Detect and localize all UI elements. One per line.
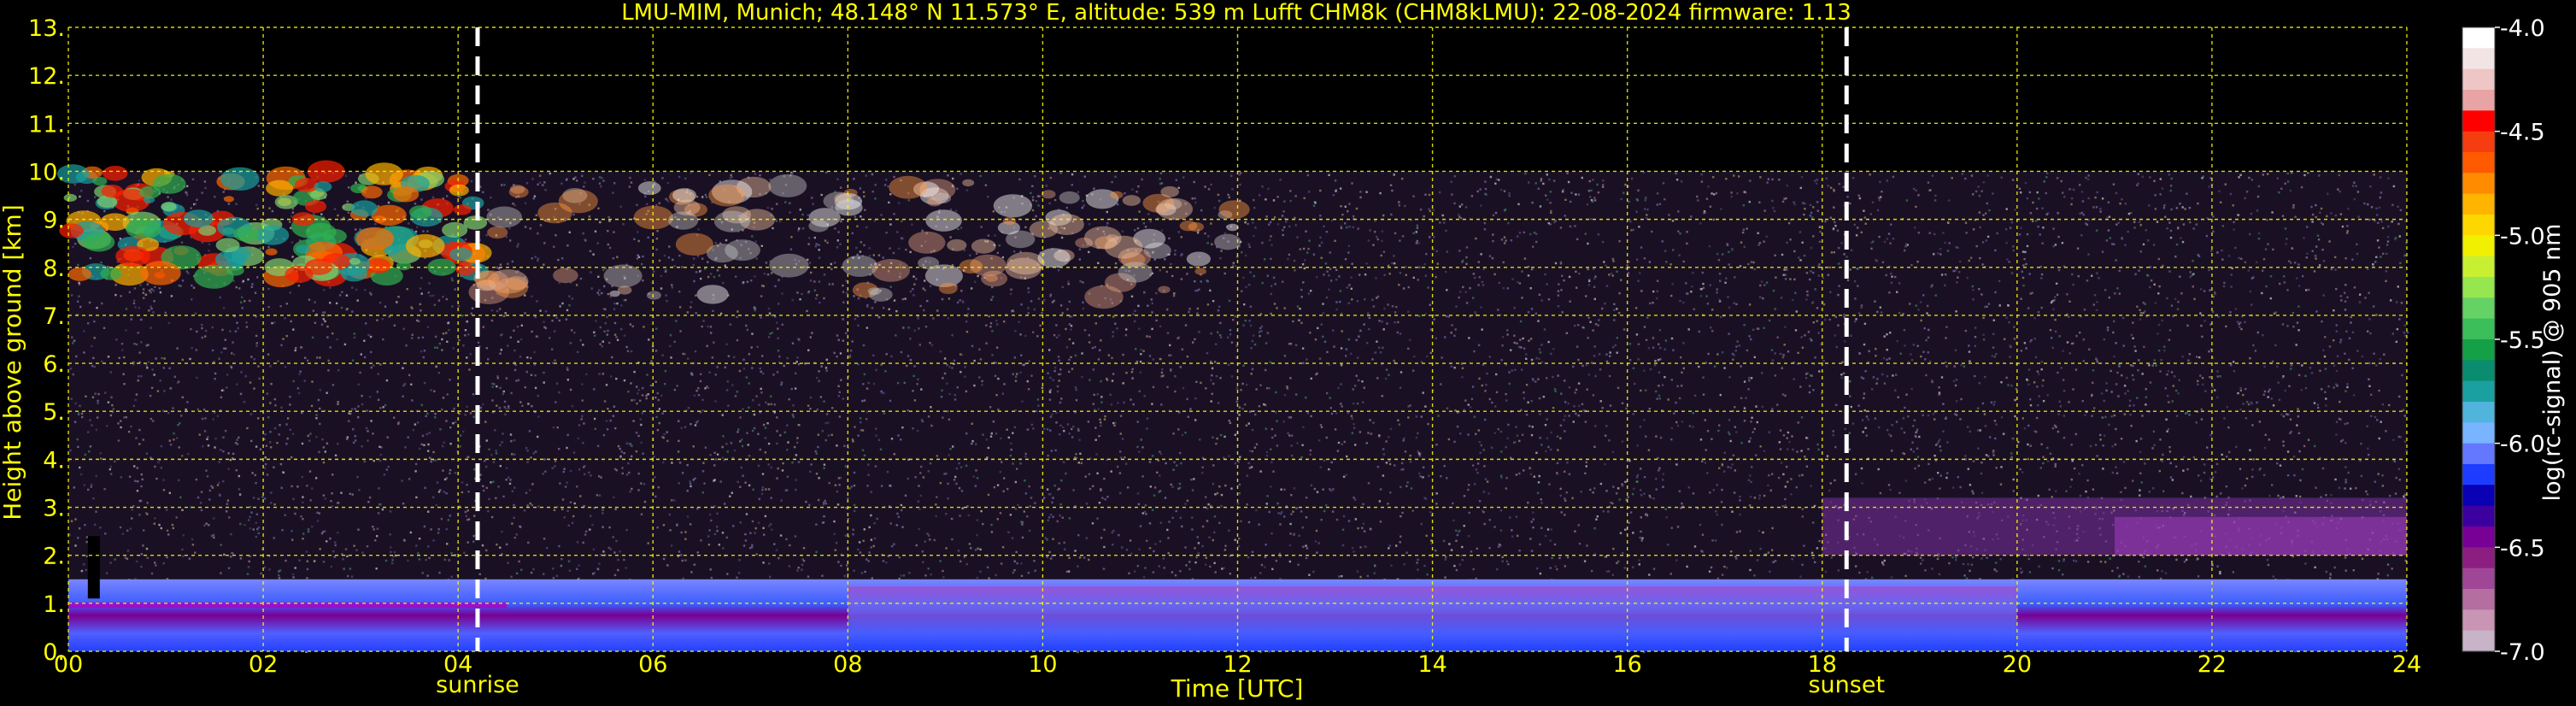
- x-tick-label: 20: [2003, 651, 2032, 678]
- colorbar-swatch: [2462, 48, 2495, 70]
- colorbar-tick-label: -7.0: [2500, 639, 2545, 666]
- colorbar-label: log(rc-signal) @ 905 nm: [2539, 224, 2566, 502]
- colorbar-swatch: [2462, 297, 2495, 320]
- chart-title: LMU-MIM, Munich; 48.148° N 11.573° E, al…: [621, 0, 1851, 26]
- x-axis-label: Time [UTC]: [1171, 674, 1304, 703]
- colorbar-tick-label: -5.5: [2500, 327, 2545, 354]
- colorbar-tick-label: -5.0: [2500, 223, 2545, 250]
- colorbar-ticks: -4.0 -4.5 -5.0 -5.5 -6.0 -6.5 -7.0: [2495, 15, 2545, 666]
- colorbar-swatch: [2462, 547, 2495, 569]
- x-tick-label: 08: [833, 651, 862, 678]
- colorbar-swatch: [2462, 485, 2495, 507]
- y-tick-label: 10.: [28, 159, 65, 185]
- y-tick-label: 6.: [43, 351, 65, 378]
- colorbar-swatch: [2462, 131, 2495, 153]
- colorbar-tick-label: -6.0: [2500, 432, 2545, 458]
- y-tick-label: 11.: [28, 111, 65, 138]
- colorbar: [2462, 26, 2496, 652]
- colorbar-swatch: [2462, 339, 2495, 361]
- y-tick-label: 1.: [43, 591, 65, 618]
- y-tick-label: 13.: [28, 15, 65, 42]
- colorbar-swatch: [2462, 422, 2495, 444]
- colorbar-swatch: [2462, 173, 2495, 195]
- colorbar-swatch: [2462, 27, 2495, 49]
- x-tick-label: 10: [1028, 651, 1057, 678]
- x-tick-label: 04: [443, 651, 472, 678]
- x-tick-label: 18: [1808, 651, 1837, 678]
- ceilometer-figure: LMU-MIM, Munich; 48.148° N 11.573° E, al…: [0, 0, 2566, 703]
- colorbar-swatch: [2462, 609, 2495, 632]
- colorbar-swatch: [2462, 630, 2495, 652]
- y-axis-ticks: 0. 1. 2. 3. 4. 5. 6. 7. 8. 9. 10. 11. 12. 13.: [28, 15, 65, 666]
- colorbar-swatch: [2462, 380, 2495, 403]
- colorbar-swatch: [2462, 527, 2495, 548]
- y-tick-label: 12.: [28, 63, 65, 90]
- colorbar-swatch: [2462, 215, 2495, 236]
- colorbar-tick-label: -4.5: [2500, 120, 2545, 146]
- colorbar-tick-label: -4.0: [2500, 15, 2545, 42]
- colorbar-swatch: [2462, 589, 2495, 610]
- colorbar-swatch: [2462, 110, 2495, 132]
- y-tick-label: 5.: [43, 399, 65, 426]
- plot-area: [56, 26, 2409, 654]
- colorbar-swatch: [2462, 402, 2495, 423]
- colorbar-swatch: [2462, 505, 2495, 527]
- x-tick-label: 22: [2198, 651, 2227, 678]
- colorbar-swatch: [2462, 256, 2495, 278]
- y-tick-label: 3.: [43, 496, 65, 522]
- colorbar-swatch: [2462, 193, 2495, 215]
- colorbar-swatch: [2462, 360, 2495, 382]
- y-tick-label: 8.: [43, 256, 65, 282]
- colorbar-swatch: [2462, 318, 2495, 340]
- colorbar-swatch: [2462, 68, 2495, 91]
- y-tick-label: 4.: [43, 447, 65, 474]
- x-tick-label: 14: [1417, 651, 1446, 678]
- x-tick-label: 16: [1612, 651, 1641, 678]
- colorbar-swatch: [2462, 152, 2495, 174]
- x-tick-label: 24: [2392, 651, 2421, 678]
- y-tick-label: 2.: [43, 544, 65, 570]
- colorbar-swatch: [2462, 568, 2495, 590]
- colorbar-swatch: [2462, 277, 2495, 298]
- y-tick-label: 0.: [43, 639, 65, 666]
- colorbar-swatch: [2462, 464, 2495, 485]
- x-tick-label: 02: [249, 651, 278, 678]
- y-tick-label: 9.: [43, 208, 65, 234]
- colorbar-swatch: [2462, 235, 2495, 257]
- x-tick-label: 06: [638, 651, 667, 678]
- colorbar-swatch: [2462, 90, 2495, 111]
- y-axis-label: Height above ground [km]: [0, 204, 26, 521]
- y-tick-label: 7.: [43, 303, 65, 330]
- colorbar-swatch: [2462, 443, 2495, 465]
- colorbar-tick-label: -6.5: [2500, 535, 2545, 562]
